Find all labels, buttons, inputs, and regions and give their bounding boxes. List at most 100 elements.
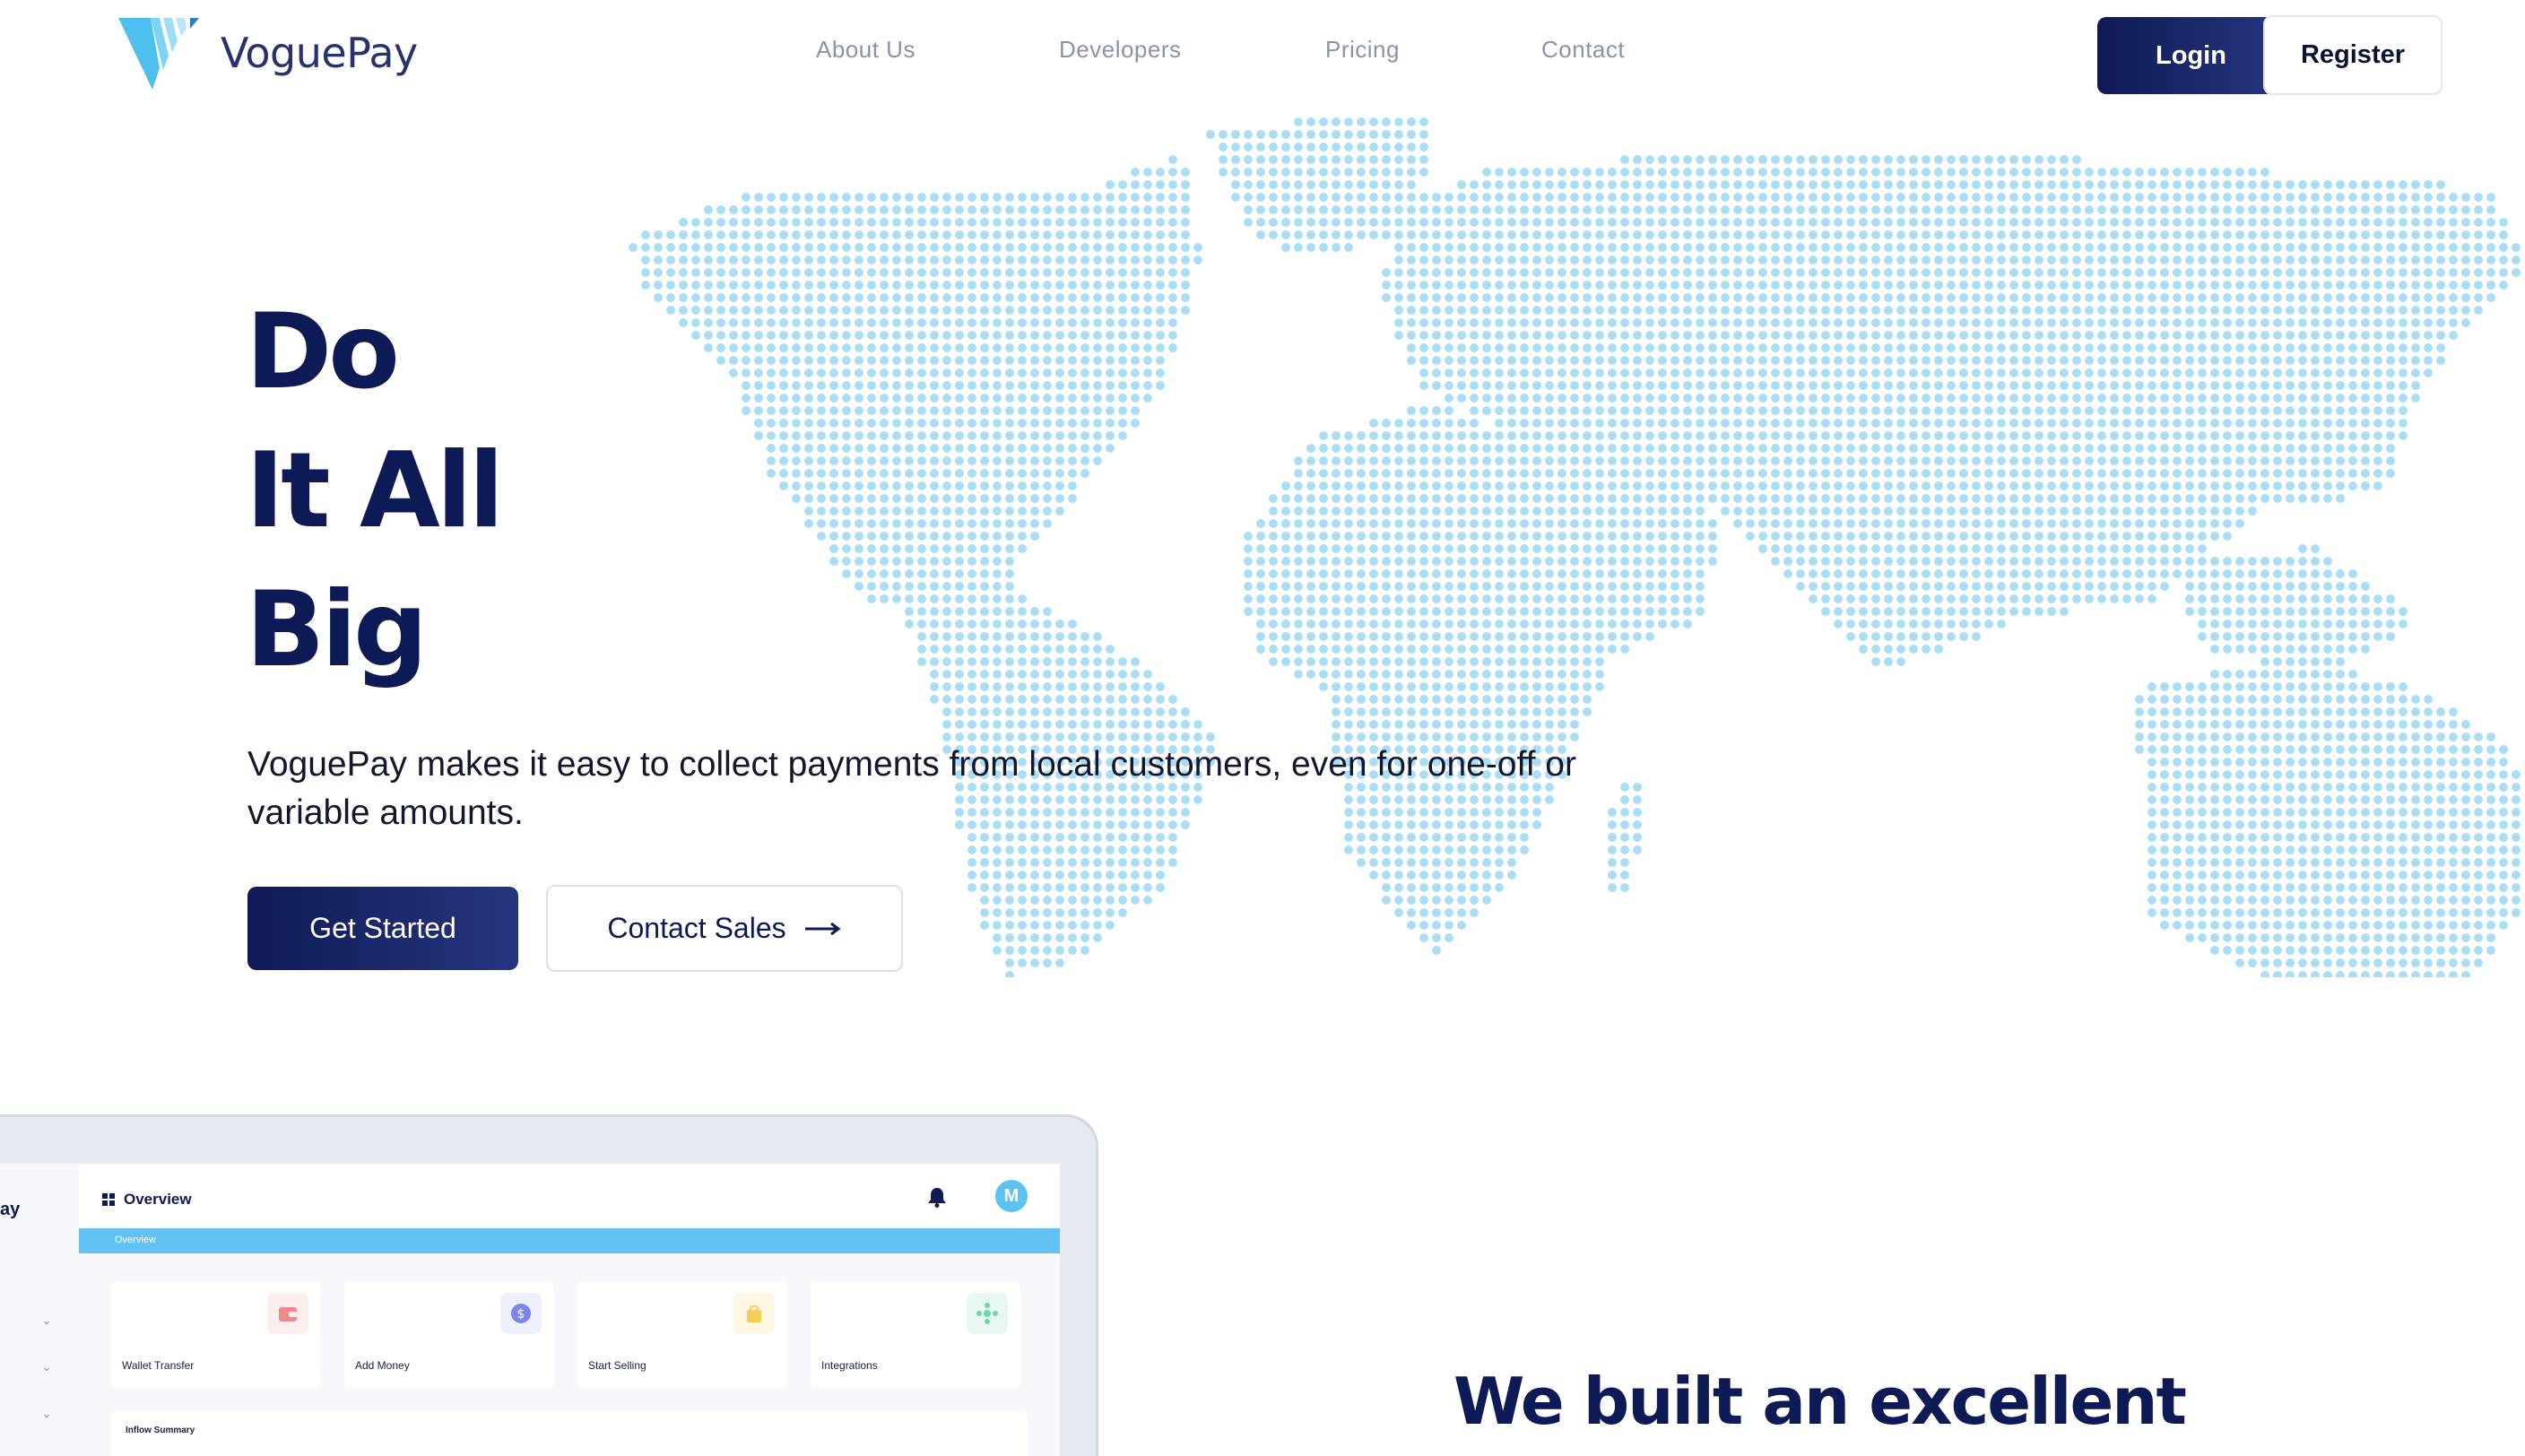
map-dot bbox=[2424, 331, 2433, 340]
map-dot bbox=[2311, 582, 2320, 591]
map-dot bbox=[892, 494, 901, 503]
map-dot bbox=[1445, 456, 1453, 465]
map-dot bbox=[942, 394, 951, 403]
map-dot bbox=[792, 494, 801, 503]
map-dot bbox=[1595, 481, 1604, 490]
map-dot bbox=[942, 356, 951, 365]
map-dot bbox=[1796, 507, 1805, 516]
map-dot bbox=[1344, 117, 1353, 126]
map-dot bbox=[1231, 143, 1240, 152]
map-dot bbox=[1733, 481, 1742, 490]
map-dot bbox=[1445, 519, 1453, 528]
map-dot bbox=[1306, 494, 1315, 503]
map-dot bbox=[2286, 707, 2295, 716]
map-dot bbox=[1570, 256, 1579, 264]
map-dot bbox=[754, 331, 763, 340]
map-dot bbox=[2235, 331, 2244, 340]
map-dot bbox=[2248, 594, 2257, 603]
map-dot bbox=[867, 343, 876, 352]
map-dot bbox=[1106, 256, 1115, 264]
map-dot bbox=[1558, 569, 1566, 578]
map-dot bbox=[2298, 494, 2307, 503]
map-dot bbox=[1608, 632, 1617, 641]
map-dot bbox=[2298, 695, 2307, 704]
map-dot bbox=[1746, 431, 1755, 440]
map-dot bbox=[2286, 256, 2295, 264]
map-dot bbox=[2160, 230, 2169, 239]
map-dot bbox=[2336, 268, 2345, 277]
map-dot bbox=[2097, 193, 2106, 202]
map-dot bbox=[1005, 394, 1014, 403]
map-dot bbox=[1495, 431, 1504, 440]
map-dot bbox=[1520, 456, 1529, 465]
map-dot bbox=[1419, 469, 1428, 478]
map-dot bbox=[842, 243, 851, 252]
map-dot bbox=[2185, 532, 2194, 541]
map-dot bbox=[1294, 569, 1303, 578]
map-dot bbox=[1633, 368, 1642, 377]
map-dot bbox=[967, 582, 976, 591]
map-dot bbox=[1068, 406, 1077, 415]
map-dot bbox=[1482, 695, 1491, 704]
map-dot bbox=[2122, 494, 2131, 503]
map-dot bbox=[1884, 394, 1893, 403]
map-dot bbox=[1445, 256, 1453, 264]
map-dot bbox=[2248, 456, 2257, 465]
map-dot bbox=[1771, 281, 1780, 290]
map-dot bbox=[880, 594, 889, 603]
map-dot bbox=[2072, 582, 2081, 591]
map-dot bbox=[1407, 293, 1416, 302]
map-dot bbox=[754, 431, 763, 440]
map-dot bbox=[1432, 281, 1441, 290]
map-dot bbox=[2097, 394, 2106, 403]
map-dot bbox=[2223, 707, 2232, 716]
map-dot bbox=[2210, 507, 2219, 516]
map-dot bbox=[691, 281, 700, 290]
map-dot bbox=[2035, 168, 2043, 177]
map-dot bbox=[1382, 670, 1391, 679]
map-dot bbox=[1633, 494, 1642, 503]
map-dot bbox=[1030, 343, 1039, 352]
map-dot bbox=[1394, 193, 1403, 202]
map-dot bbox=[1922, 582, 1931, 591]
map-dot bbox=[2248, 281, 2257, 290]
map-dot bbox=[2399, 331, 2408, 340]
map-dot bbox=[1219, 155, 1228, 164]
map-dot bbox=[1570, 431, 1579, 440]
map-dot bbox=[1595, 243, 1604, 252]
map-dot bbox=[967, 193, 976, 202]
map-dot bbox=[1407, 519, 1416, 528]
map-dot bbox=[1721, 368, 1730, 377]
map-dot bbox=[2399, 682, 2408, 691]
map-dot bbox=[2286, 732, 2295, 741]
map-dot bbox=[1482, 406, 1491, 415]
map-dot bbox=[2235, 394, 2244, 403]
map-dot bbox=[1896, 218, 1905, 227]
map-dot bbox=[2060, 444, 2069, 453]
map-dot bbox=[1306, 544, 1315, 553]
map-dot bbox=[1118, 193, 1127, 202]
map-dot bbox=[767, 268, 776, 277]
map-dot bbox=[1080, 331, 1089, 340]
map-dot bbox=[1846, 268, 1855, 277]
map-dot bbox=[1821, 519, 1830, 528]
map-dot bbox=[2047, 168, 2056, 177]
map-dot bbox=[1532, 481, 1541, 490]
map-dot bbox=[2336, 657, 2345, 666]
map-dot bbox=[1620, 368, 1629, 377]
map-dot bbox=[1959, 218, 1968, 227]
map-dot bbox=[1771, 168, 1780, 177]
map-dot bbox=[1658, 594, 1667, 603]
map-dot bbox=[1683, 155, 1692, 164]
map-dot bbox=[1696, 218, 1705, 227]
map-dot bbox=[1545, 620, 1554, 628]
map-dot bbox=[2486, 230, 2495, 239]
map-dot bbox=[942, 481, 951, 490]
map-dot bbox=[1344, 230, 1353, 239]
map-dot bbox=[1809, 381, 1818, 390]
map-dot bbox=[1733, 268, 1742, 277]
map-dot bbox=[2235, 205, 2244, 214]
map-dot bbox=[792, 406, 801, 415]
map-dot bbox=[1181, 243, 1190, 252]
map-dot bbox=[829, 331, 838, 340]
